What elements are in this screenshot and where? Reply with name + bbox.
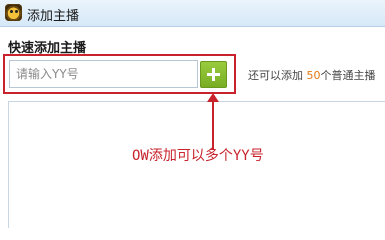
window-title: 添加主播: [27, 9, 80, 24]
remaining-prefix: 还可以添加: [248, 69, 303, 82]
plus-icon: [201, 62, 226, 87]
remaining-quota-text: 还可以添加 50个普通主播: [248, 67, 376, 83]
add-anchor-button[interactable]: [200, 61, 227, 88]
app-logo-icon: [5, 4, 22, 21]
title-bar: 添加主播: [0, 0, 385, 27]
yy-number-field[interactable]: [9, 60, 198, 88]
yy-number-input[interactable]: [10, 61, 197, 87]
annotation-arrow-up-icon: [207, 93, 219, 102]
remaining-count: 50: [306, 69, 321, 82]
remaining-suffix: 个普通主播: [320, 69, 376, 82]
annotation-arrow-line: [212, 96, 214, 150]
annotation-text: OW添加可以多个YY号: [132, 148, 264, 164]
